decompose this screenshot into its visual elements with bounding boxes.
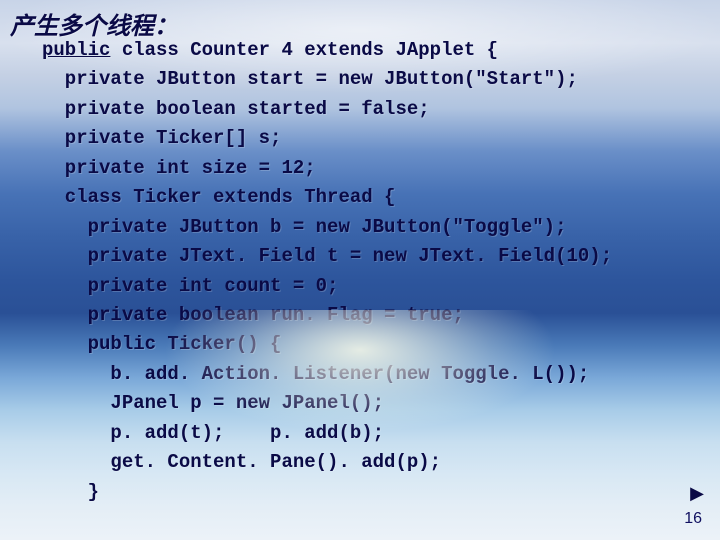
slide: 产生多个线程： public class Counter 4 extends J… bbox=[0, 0, 720, 540]
code-block: public class Counter 4 extends JApplet {… bbox=[42, 36, 690, 507]
page-number: 16 bbox=[684, 510, 702, 528]
next-arrow-icon[interactable]: ▶ bbox=[690, 483, 704, 504]
